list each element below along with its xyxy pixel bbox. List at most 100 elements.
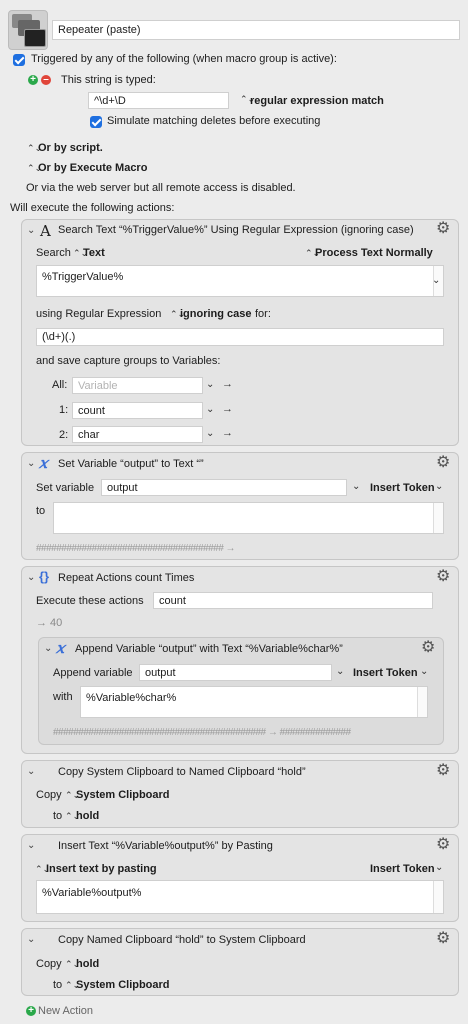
gear-icon[interactable]: ⚙	[436, 221, 452, 237]
chevron-down-icon[interactable]: ⌄	[336, 666, 344, 677]
action-title[interactable]: Copy Named Clipboard “hold” to System Cl…	[58, 934, 306, 946]
gear-icon[interactable]: ⚙	[421, 640, 437, 656]
gear-icon[interactable]: ⚙	[436, 455, 452, 471]
append-variable-action: ⌄ 𝑥 Append Variable “output” with Text “…	[38, 637, 444, 745]
insert-text-value: %Variable%output%	[42, 887, 142, 899]
with-label: with	[53, 691, 73, 703]
search-label: Search	[36, 247, 71, 259]
chevron-down-icon[interactable]: ⌄	[206, 404, 214, 415]
append-variable-label: Append variable	[53, 667, 133, 679]
copy-source-popup[interactable]: hold	[76, 958, 99, 970]
arrow-right-icon[interactable]: →	[222, 427, 233, 439]
copy-back-action: ⌄ Copy Named Clipboard “hold” to System …	[21, 928, 459, 996]
copy-source-popup[interactable]: System Clipboard	[76, 789, 170, 801]
add-icon[interactable]: +	[28, 75, 38, 85]
match-mode-popup[interactable]: regular expression match	[250, 95, 384, 107]
insert-token-popup[interactable]: Insert Token	[353, 667, 418, 679]
web-server-note: Or via the web server but all remote acc…	[26, 182, 296, 194]
set-variable-label: Set variable	[36, 482, 95, 494]
search-text-field[interactable]: %TriggerValue%	[36, 265, 444, 297]
or-by-script-popup[interactable]: Or by script.	[38, 142, 103, 154]
disclosure-triangle-icon[interactable]: ⌄	[27, 572, 35, 583]
action-title[interactable]: Search Text “%TriggerValue%” Using Regul…	[58, 224, 414, 236]
text-scrollbar[interactable]	[433, 503, 443, 533]
chevron-down-icon[interactable]: ⌄	[435, 481, 443, 492]
insert-text-action: ⌄ Insert Text “%Variable%output%” by Pas…	[21, 834, 459, 922]
all-variable-field[interactable]: Variable	[72, 377, 203, 394]
search-target-popup[interactable]: Text	[83, 247, 105, 259]
chevron-down-icon[interactable]: ⌄	[206, 379, 214, 390]
action-title[interactable]: Append Variable “output” with Text “%Var…	[75, 643, 343, 655]
disclosure-triangle-icon[interactable]: ⌄	[27, 225, 35, 236]
arrow-right-icon[interactable]: →	[222, 403, 233, 415]
will-execute-label: Will execute the following actions:	[10, 202, 175, 214]
action-title[interactable]: Set Variable “output” to Text “”	[58, 458, 204, 470]
action-title[interactable]: Insert Text “%Variable%output%” by Pasti…	[58, 840, 273, 852]
value-text-field[interactable]	[53, 502, 444, 534]
insert-mode-popup[interactable]: Insert text by pasting	[46, 863, 157, 875]
case-mode-popup[interactable]: ignoring case	[180, 308, 252, 320]
string-typed-label: This string is typed:	[61, 74, 156, 86]
gear-icon[interactable]: ⚙	[436, 931, 452, 947]
disclosure-triangle-icon[interactable]: ⌄	[27, 840, 35, 851]
chevron-down-icon[interactable]: ⌄	[420, 666, 428, 677]
variable-name-field[interactable]: output	[139, 664, 332, 681]
gear-icon[interactable]: ⚙	[436, 837, 452, 853]
action-title[interactable]: Repeat Actions count Times	[58, 572, 194, 584]
repeat-icon: {}	[39, 569, 50, 584]
to-label: to	[53, 810, 63, 822]
simulate-deletes-label: Simulate matching deletes before executi…	[107, 115, 321, 127]
all-label: All:	[52, 379, 68, 391]
regex-field[interactable]: (\d+)(.)	[36, 328, 444, 346]
count-field[interactable]: count	[153, 592, 433, 609]
macro-icon[interactable]	[8, 10, 48, 50]
remove-icon[interactable]: –	[41, 75, 51, 85]
group1-label: 1:	[59, 404, 69, 416]
disclosure-triangle-icon[interactable]: ⌄	[44, 643, 52, 654]
chevron-down-icon[interactable]: ⌄	[206, 428, 214, 439]
text-scrollbar[interactable]	[433, 881, 443, 913]
chevron-down-icon[interactable]: ⌄	[352, 481, 360, 492]
or-by-execute-macro-popup[interactable]: Or by Execute Macro	[38, 162, 147, 174]
search-text-value: %TriggerValue%	[42, 271, 124, 283]
group2-variable-field[interactable]: char	[72, 426, 203, 443]
set-variable-action: ⌄ 𝑥 Set Variable “output” to Text “” ⚙ S…	[21, 452, 459, 560]
group1-variable-field[interactable]: count	[72, 402, 203, 419]
typed-string-field[interactable]: ^\d+\D	[88, 92, 229, 109]
action-title[interactable]: Copy System Clipboard to Named Clipboard…	[58, 766, 306, 778]
to-label: to	[36, 505, 46, 517]
text-scrollbar[interactable]	[417, 687, 427, 717]
to-label: to	[53, 979, 63, 991]
disclosure-triangle-icon[interactable]: ⌄	[27, 458, 35, 469]
trigger-label: Triggered by any of the following (when …	[31, 53, 337, 65]
add-icon: +	[26, 1006, 36, 1016]
trigger-checkbox[interactable]	[13, 54, 25, 66]
to-target-popup[interactable]: hold	[76, 810, 99, 822]
with-text-value: %Variable%char%	[86, 692, 177, 704]
disclosure-triangle-icon[interactable]: ⌄	[27, 934, 35, 945]
repeat-result: → 40	[36, 617, 63, 629]
save-groups-label: and save capture groups to Variables:	[36, 355, 221, 367]
search-text-icon: A	[40, 222, 51, 240]
to-target-popup[interactable]: System Clipboard	[76, 979, 170, 991]
insert-token-popup[interactable]: Insert Token	[370, 482, 435, 494]
chevron-down-icon[interactable]: ⌄	[432, 275, 440, 286]
search-text-action: ⌄ A Search Text “%TriggerValue%” Using R…	[21, 219, 459, 446]
process-mode-popup[interactable]: Process Text Normally	[315, 247, 433, 259]
insert-text-field[interactable]: %Variable%output%	[36, 880, 444, 914]
variable-icon: 𝑥	[56, 639, 65, 657]
arrow-right-icon[interactable]: →	[222, 378, 233, 390]
disclosure-triangle-icon[interactable]: ⌄	[27, 766, 35, 777]
with-text-field[interactable]: %Variable%char%	[80, 686, 428, 718]
simulate-deletes-checkbox[interactable]	[90, 116, 102, 128]
result-hash: ########################################…	[53, 727, 351, 738]
macro-name-field[interactable]: Repeater (paste)	[52, 20, 460, 40]
variable-name-field[interactable]: output	[101, 479, 347, 496]
group2-label: 2:	[59, 429, 69, 441]
chevron-down-icon[interactable]: ⌄	[435, 862, 443, 873]
gear-icon[interactable]: ⚙	[436, 569, 452, 585]
gear-icon[interactable]: ⚙	[436, 763, 452, 779]
execute-label: Execute these actions	[36, 595, 144, 607]
new-action-label: New Action	[38, 1005, 94, 1017]
insert-token-popup[interactable]: Insert Token	[370, 863, 435, 875]
